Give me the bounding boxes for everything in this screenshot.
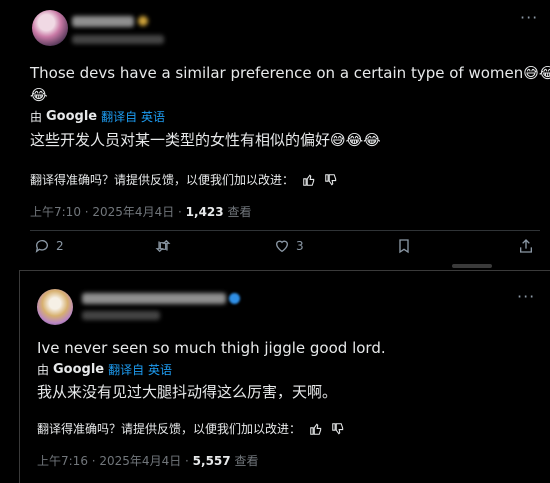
thumb-up-icon[interactable] <box>302 173 316 187</box>
post-text: Those devs have a similar preference on … <box>30 64 550 82</box>
verified-badge-icon <box>138 16 148 26</box>
translated-text: 这些开发人员对某一类型的女性有相似的偏好😅😂😂 <box>30 129 381 150</box>
feedback-text: 翻译得准确吗？请提供反馈，以便我们加以改进： <box>37 422 302 436</box>
more-icon[interactable]: ··· <box>520 8 538 27</box>
bookmark-button[interactable] <box>396 238 412 254</box>
avatar[interactable] <box>37 289 73 325</box>
views-label: 查看 <box>223 205 252 219</box>
post-emoji-line: 😂 <box>30 86 48 104</box>
translation-feedback: 翻译得准确吗？请提供反馈，以便我们加以改进： <box>30 171 338 188</box>
post-emojis: 😅😂 <box>523 64 550 82</box>
retweet-button[interactable] <box>154 238 172 254</box>
retweet-icon <box>155 239 171 253</box>
scroll-indicator <box>452 264 492 268</box>
avatar[interactable] <box>32 10 68 46</box>
translation-source: 由 Google 翻译自 英语 <box>37 361 172 378</box>
post-2: ··· Ive never seen so much thigh jiggle … <box>19 270 550 483</box>
translate-prefix: 由 <box>37 363 50 377</box>
reply-button[interactable]: 2 <box>34 238 64 254</box>
post-text-content: Ive never seen so much thigh jiggle good… <box>37 339 386 357</box>
thumb-down-icon[interactable] <box>331 422 345 436</box>
reply-icon <box>35 240 48 253</box>
translated-text-content: 这些开发人员对某一类型的女性有相似的偏好 <box>30 131 331 149</box>
views-label: 查看 <box>230 454 259 468</box>
divider <box>30 230 540 231</box>
timestamp[interactable]: 上午7:16 · 2025年4月4日 · <box>37 454 193 468</box>
google-logo: Google <box>53 362 105 377</box>
google-logo: Google <box>46 109 98 124</box>
view-count: 5,557 <box>192 454 231 468</box>
translation-source: 由 Google 翻译自 英语 <box>30 108 165 125</box>
display-name-blurred[interactable] <box>72 16 134 27</box>
translated-emojis: 😅😂😂 <box>330 131 381 149</box>
like-icon <box>275 240 289 253</box>
post-emojis-2: 😂 <box>30 86 48 104</box>
like-count: 3 <box>296 239 304 253</box>
handle-blurred[interactable] <box>72 35 164 44</box>
translated-text-content: 我从来没有见过大腿抖动得这么厉害，天啊。 <box>37 383 338 401</box>
post-1: ··· Those devs have a similar preference… <box>0 0 550 270</box>
share-icon <box>520 239 532 253</box>
like-button[interactable]: 3 <box>274 238 304 254</box>
verified-badge-icon <box>229 293 240 304</box>
translate-link[interactable]: 翻译自 英语 <box>101 108 165 125</box>
translate-link[interactable]: 翻译自 英语 <box>108 361 172 378</box>
reply-count: 2 <box>56 239 64 253</box>
feedback-text: 翻译得准确吗？请提供反馈，以便我们加以改进： <box>30 173 295 187</box>
post-text: Ive never seen so much thigh jiggle good… <box>37 339 386 357</box>
post-meta: 上午7:16 · 2025年4月4日 · 5,557 查看 <box>37 452 258 469</box>
post-meta: 上午7:10 · 2025年4月4日 · 1,423 查看 <box>30 203 251 220</box>
more-icon[interactable]: ··· <box>517 287 535 306</box>
translation-feedback: 翻译得准确吗？请提供反馈，以便我们加以改进： <box>37 420 345 437</box>
thumb-down-icon[interactable] <box>324 173 338 187</box>
translated-text: 我从来没有见过大腿抖动得这么厉害，天啊。 <box>37 381 337 402</box>
handle-blurred[interactable] <box>82 311 160 320</box>
timestamp[interactable]: 上午7:10 · 2025年4月4日 · <box>30 205 186 219</box>
bookmark-icon <box>399 239 409 254</box>
thumb-up-icon[interactable] <box>309 422 323 436</box>
view-count: 1,423 <box>185 205 224 219</box>
translate-prefix: 由 <box>30 110 43 124</box>
share-button[interactable] <box>518 238 534 254</box>
post-text-content: Those devs have a similar preference on … <box>30 64 524 82</box>
display-name-blurred[interactable] <box>82 293 226 304</box>
